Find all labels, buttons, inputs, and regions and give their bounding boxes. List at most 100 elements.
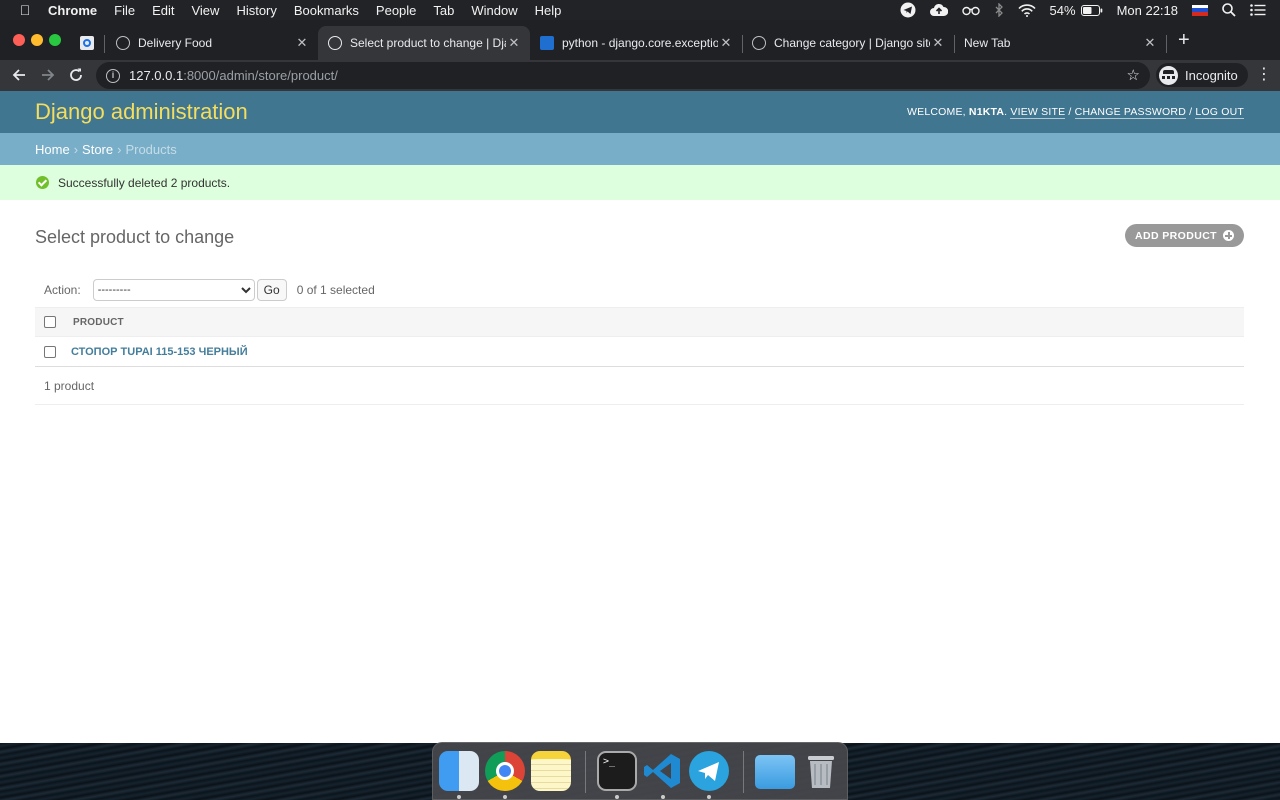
tab-close-icon[interactable]: ✕: [506, 35, 522, 51]
back-arrow-icon[interactable]: [9, 65, 29, 85]
globe-icon: [752, 36, 766, 50]
tab-delivery-food[interactable]: Delivery Food ✕: [106, 26, 318, 60]
menu-bookmarks[interactable]: Bookmarks: [294, 3, 359, 18]
tab-title: New Tab: [964, 36, 1011, 50]
menu-tab[interactable]: Tab: [433, 3, 454, 18]
breadcrumb-store[interactable]: Store: [82, 142, 113, 157]
window-zoom-button[interactable]: [49, 34, 61, 46]
table-header: PRODUCT: [35, 307, 1244, 337]
wifi-icon[interactable]: [1017, 3, 1036, 17]
go-button[interactable]: Go: [256, 279, 287, 301]
window-minimize-button[interactable]: [31, 34, 43, 46]
address-bar[interactable]: i 127.0.0.1:8000/admin/store/product/ ☆: [96, 62, 1150, 89]
globe-icon: [328, 36, 342, 50]
menu-window[interactable]: Window: [471, 3, 517, 18]
menu-people[interactable]: People: [376, 3, 416, 18]
dock: >_: [432, 742, 848, 800]
view-site-link[interactable]: View site: [1010, 106, 1066, 119]
bluetooth-icon[interactable]: [994, 3, 1004, 17]
tab-close-icon[interactable]: ✕: [718, 35, 734, 51]
username: N1KTA: [968, 106, 1005, 118]
chrome-icon[interactable]: [485, 751, 525, 791]
plus-icon: [1223, 230, 1234, 241]
tab-close-icon[interactable]: ✕: [930, 35, 946, 51]
apple-menu-icon[interactable]: : [17, 2, 33, 18]
add-product-label: ADD PRODUCT: [1135, 229, 1217, 242]
tab-stackoverflow[interactable]: python - django.core.exceptions ✕: [530, 26, 743, 60]
terminal-icon[interactable]: >_: [597, 751, 637, 791]
new-tab-plus-icon[interactable]: +: [1178, 30, 1190, 50]
menu-help[interactable]: Help: [535, 3, 562, 18]
user-tools: Welcome, N1KTA. View site / Change passw…: [907, 106, 1244, 119]
bookmark-star-icon[interactable]: ☆: [1127, 66, 1140, 84]
input-source-flag-icon[interactable]: [1192, 4, 1208, 16]
tab-change-category[interactable]: Change category | Django site ✕: [742, 26, 955, 60]
clock[interactable]: Mon 22:18: [1117, 3, 1178, 18]
stackoverflow-favicon-icon: [540, 36, 554, 50]
browser-menu-icon[interactable]: ⋮: [1256, 65, 1272, 85]
finder-icon[interactable]: [439, 751, 479, 791]
tab-new-tab[interactable]: New Tab ✕: [954, 26, 1167, 60]
action-label: Action:: [44, 283, 81, 297]
menu-status-area: 54% Mon 22:18: [900, 0, 1280, 20]
action-select[interactable]: ---------: [92, 279, 255, 301]
menu-file[interactable]: File: [114, 3, 135, 18]
globe-icon: [116, 36, 130, 50]
success-message: Successfully deleted 2 products.: [0, 165, 1280, 200]
address-bar-url: 127.0.0.1:8000/admin/store/product/: [129, 68, 338, 83]
url-host: 127.0.0.1: [129, 68, 184, 83]
telegram-icon[interactable]: [689, 751, 729, 791]
product-link[interactable]: Стопор TUPAI 115-153 черный: [71, 346, 248, 358]
tab-pinned[interactable]: [70, 26, 105, 60]
table-row: Стопор TUPAI 115-153 черный: [35, 337, 1244, 367]
window-close-button[interactable]: [13, 34, 25, 46]
trash-icon[interactable]: [801, 751, 841, 791]
breadcrumb-separator: ›: [117, 141, 122, 157]
row-checkbox[interactable]: [44, 345, 56, 358]
macos-menu-bar:  Chrome File Edit View History Bookmark…: [0, 0, 1280, 20]
incognito-profile-button[interactable]: Incognito: [1156, 63, 1248, 87]
page-viewport: Django administration Welcome, N1KTA. Vi…: [0, 91, 1280, 743]
change-password-link[interactable]: Change password: [1074, 106, 1186, 119]
tab-title: Change category | Django site: [774, 36, 930, 50]
telegram-status-icon[interactable]: [900, 2, 916, 18]
reload-icon[interactable]: [66, 65, 86, 85]
forward-arrow-icon[interactable]: [38, 65, 58, 85]
notification-center-icon[interactable]: [1250, 4, 1266, 16]
tab-close-icon[interactable]: ✕: [294, 35, 310, 51]
breadcrumb-separator: ›: [73, 141, 79, 157]
site-branding[interactable]: Django administration: [35, 99, 248, 125]
site-info-icon[interactable]: i: [106, 68, 120, 83]
tab-select-product[interactable]: Select product to change | Django ✕: [318, 26, 530, 60]
profile-label: Incognito: [1185, 67, 1238, 83]
downloads-folder-icon[interactable]: [755, 755, 795, 789]
running-indicator: [457, 795, 461, 799]
select-all-checkbox[interactable]: [44, 316, 56, 328]
url-path: :8000/admin/store/product/: [183, 68, 338, 83]
menu-history[interactable]: History: [236, 3, 276, 18]
incognito-icon: [1159, 65, 1178, 85]
browser-toolbar: i 127.0.0.1:8000/admin/store/product/ ☆ …: [0, 60, 1280, 91]
success-message-text: Successfully deleted 2 products.: [58, 175, 231, 190]
menu-app-name[interactable]: Chrome: [48, 3, 97, 18]
column-header-product[interactable]: PRODUCT: [73, 317, 124, 328]
add-product-button[interactable]: ADD PRODUCT: [1125, 224, 1244, 247]
running-indicator: [615, 795, 619, 799]
menu-edit[interactable]: Edit: [152, 3, 174, 18]
running-indicator: [707, 795, 711, 799]
dock-separator: [585, 751, 586, 793]
log-out-link[interactable]: Log out: [1195, 106, 1244, 119]
welcome-text: Welcome,: [907, 106, 966, 118]
battery-status[interactable]: 54%: [1050, 3, 1103, 18]
glasses-icon[interactable]: [961, 4, 980, 16]
vscode-icon[interactable]: [643, 751, 683, 791]
menu-view[interactable]: View: [191, 3, 219, 18]
tab-close-icon[interactable]: ✕: [1142, 35, 1158, 51]
browser-tab-strip: Delivery Food ✕ Select product to change…: [0, 20, 1280, 60]
running-indicator: [503, 795, 507, 799]
cloud-upload-icon[interactable]: [929, 3, 948, 17]
spotlight-search-icon[interactable]: [1222, 3, 1236, 17]
breadcrumb-home[interactable]: Home: [35, 142, 70, 157]
running-indicator: [661, 795, 665, 799]
notes-icon[interactable]: [531, 751, 571, 791]
